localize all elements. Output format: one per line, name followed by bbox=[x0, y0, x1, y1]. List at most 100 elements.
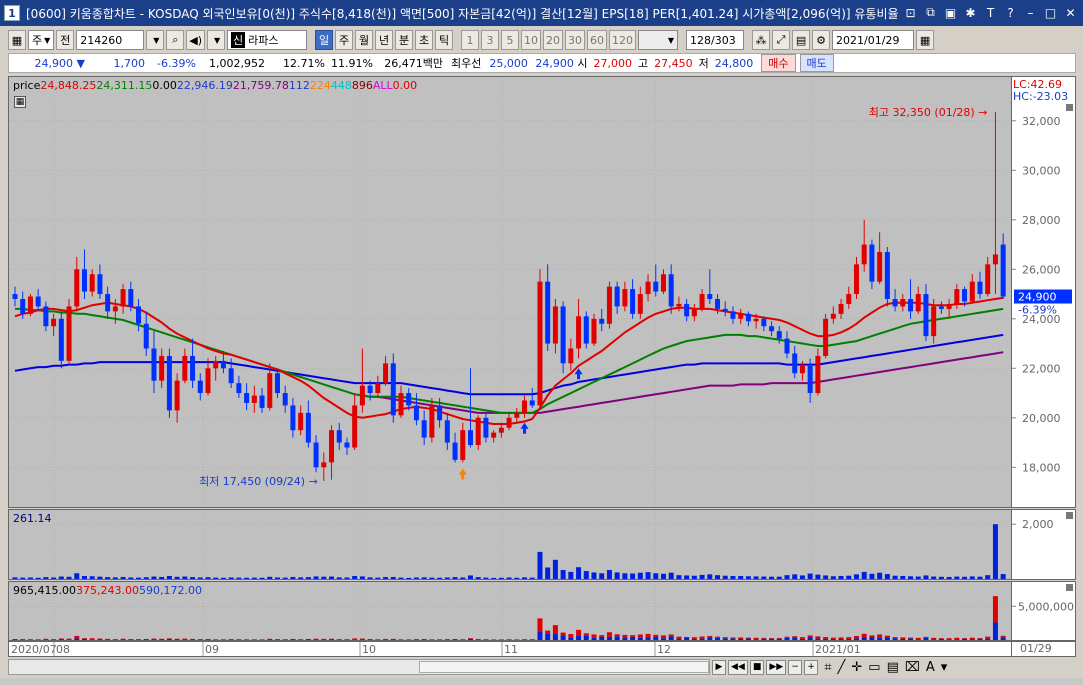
volume-bar bbox=[931, 576, 937, 579]
layout-icon[interactable]: ⁂ bbox=[752, 30, 771, 50]
gear-icon[interactable]: ⚙ bbox=[812, 30, 831, 50]
link-icon[interactable]: ⊡ bbox=[902, 4, 919, 21]
interval-1-button[interactable]: 1 bbox=[461, 30, 480, 50]
chart-scrollbar[interactable] bbox=[8, 659, 710, 675]
panel-menu-icon[interactable] bbox=[1066, 512, 1073, 519]
period-month-button[interactable]: 월 bbox=[355, 30, 374, 50]
data-count-field[interactable]: 128/303 bbox=[686, 30, 745, 50]
code-dropdown-button[interactable]: ▼ bbox=[146, 30, 165, 50]
period-year-button[interactable]: 년 bbox=[375, 30, 394, 50]
volume-bar bbox=[375, 577, 381, 579]
legend-item[interactable]: price bbox=[13, 79, 40, 92]
date-input[interactable]: 2021/01/29 bbox=[832, 30, 915, 50]
legend-item[interactable]: 24,848.25 bbox=[40, 79, 96, 92]
font-icon[interactable]: T bbox=[982, 4, 999, 21]
legend-item[interactable]: 375,243.00 bbox=[76, 584, 139, 597]
search-icon[interactable]: ⌕ bbox=[166, 30, 185, 50]
fibonacci-tool-icon[interactable]: ▤ bbox=[887, 660, 899, 675]
screenshot-icon[interactable]: ▣ bbox=[942, 4, 959, 21]
candle-body bbox=[228, 368, 234, 384]
minimize-icon[interactable]: – bbox=[1022, 4, 1039, 21]
interval-30-button[interactable]: 30 bbox=[565, 30, 586, 50]
table-view-icon[interactable]: ▦ bbox=[14, 96, 26, 108]
stop-icon[interactable]: ■ bbox=[749, 659, 765, 675]
scrollbar-thumb[interactable] bbox=[419, 661, 709, 673]
grid-icon[interactable]: ▦ bbox=[8, 30, 26, 50]
buy-button[interactable]: 매수 bbox=[761, 54, 796, 72]
interval-5-button[interactable]: 5 bbox=[501, 30, 520, 50]
shape-tool-icon[interactable]: ▭ bbox=[868, 660, 880, 675]
period-minute-button[interactable]: 분 bbox=[395, 30, 414, 50]
interval-60-button[interactable]: 60 bbox=[587, 30, 608, 50]
volume-bar bbox=[784, 575, 790, 579]
sell-button[interactable]: 매도 bbox=[799, 54, 834, 72]
period-day-button[interactable]: 일 bbox=[315, 30, 334, 50]
candle-body bbox=[105, 294, 111, 312]
interval-custom-select[interactable]: ▼ bbox=[638, 30, 679, 50]
amount-bar-buy bbox=[776, 638, 782, 640]
candle-body bbox=[143, 323, 149, 349]
legend-item[interactable]: ALL bbox=[373, 79, 393, 92]
price-chart-panel[interactable]: 최고 32,350 (01/28) → 최저 17,450 (09/24) → p… bbox=[8, 76, 1012, 508]
legend-item[interactable]: 224 bbox=[310, 79, 331, 92]
legend-item[interactable]: 261.14 bbox=[13, 512, 52, 525]
legend-item[interactable]: 112 bbox=[289, 79, 310, 92]
interval-120-button[interactable]: 120 bbox=[609, 30, 637, 50]
eraser-tool-icon[interactable]: ⌧ bbox=[905, 660, 920, 675]
legend-item[interactable]: 24,311.15 bbox=[96, 79, 152, 92]
candle-body bbox=[892, 299, 898, 307]
legend-item[interactable]: 965,415.00 bbox=[13, 584, 76, 597]
interval-10-button[interactable]: 10 bbox=[521, 30, 542, 50]
legend-item[interactable]: 0.00 bbox=[152, 79, 177, 92]
amount-bar-sell bbox=[576, 629, 582, 636]
calendar-icon[interactable]: ▦ bbox=[916, 30, 935, 50]
scroll-right-icon[interactable]: ▶ bbox=[712, 659, 726, 675]
volume-bar bbox=[707, 574, 713, 579]
interval-20-button[interactable]: 20 bbox=[543, 30, 564, 50]
interval-3-button[interactable]: 3 bbox=[481, 30, 500, 50]
cross-tool-icon[interactable]: ✛ bbox=[851, 660, 862, 675]
restore-icon[interactable]: ⧉ bbox=[922, 4, 939, 21]
volume-bar bbox=[514, 577, 520, 579]
stock-code-input[interactable]: 214260 bbox=[76, 30, 145, 50]
period-second-button[interactable]: 초 bbox=[415, 30, 434, 50]
amount-bar-buy bbox=[560, 635, 566, 640]
line-tool-icon[interactable]: ╱ bbox=[838, 660, 846, 675]
help-icon[interactable]: ? bbox=[1002, 4, 1019, 21]
volume-bar bbox=[908, 576, 914, 579]
legend-item[interactable]: 590,172.00 bbox=[139, 584, 202, 597]
period-type-select[interactable]: 주 ▼ bbox=[28, 30, 55, 50]
period-week-button[interactable]: 주 bbox=[335, 30, 354, 50]
legend-item[interactable]: 448 bbox=[331, 79, 352, 92]
candle-body bbox=[799, 365, 805, 374]
panel-menu-icon[interactable] bbox=[1066, 584, 1073, 591]
text-tool-icon[interactable]: A bbox=[926, 660, 935, 675]
pin-icon[interactable]: ✱ bbox=[962, 4, 979, 21]
maximize-icon[interactable]: □ bbox=[1042, 4, 1059, 21]
drawing-tool-icon[interactable]: ⤢ bbox=[772, 30, 791, 50]
legend-item[interactable]: 0.00 bbox=[393, 79, 418, 92]
volume-chart-panel[interactable]: 261.14 bbox=[8, 509, 1012, 580]
legend-item[interactable]: 22,946.19 bbox=[177, 79, 233, 92]
stock-name-field[interactable]: 신 라파스 bbox=[227, 30, 308, 50]
window-icon[interactable]: 1 bbox=[4, 5, 20, 21]
selection-tool-icon[interactable]: ⌗ bbox=[824, 660, 831, 675]
candle-body bbox=[251, 395, 257, 403]
legend-item[interactable]: 896 bbox=[352, 79, 373, 92]
close-icon[interactable]: ✕ bbox=[1062, 4, 1079, 21]
speaker-icon[interactable]: ◀) bbox=[186, 30, 206, 50]
more-tools-icon[interactable]: ▾ bbox=[941, 660, 948, 675]
settings-dropdown-button[interactable]: ▼ bbox=[207, 30, 226, 50]
volume-bar bbox=[128, 577, 134, 579]
save-icon[interactable]: ▤ bbox=[792, 30, 811, 50]
rewind-icon[interactable]: ◀◀ bbox=[728, 659, 748, 675]
panel-menu-icon[interactable] bbox=[1066, 104, 1073, 111]
amount-chart-panel[interactable]: 965,415.00 375,243.00 590,172.00 bbox=[8, 581, 1012, 641]
axis-tick-label: 28,000 bbox=[1022, 214, 1061, 227]
zoom-in-icon[interactable]: + bbox=[804, 659, 819, 675]
legend-item[interactable]: 21,759.78 bbox=[233, 79, 289, 92]
compare-button[interactable]: 전 bbox=[56, 30, 75, 50]
fast-forward-icon[interactable]: ▶▶ bbox=[766, 659, 787, 675]
zoom-out-icon[interactable]: − bbox=[788, 659, 803, 675]
period-tick-button[interactable]: 틱 bbox=[435, 30, 454, 50]
